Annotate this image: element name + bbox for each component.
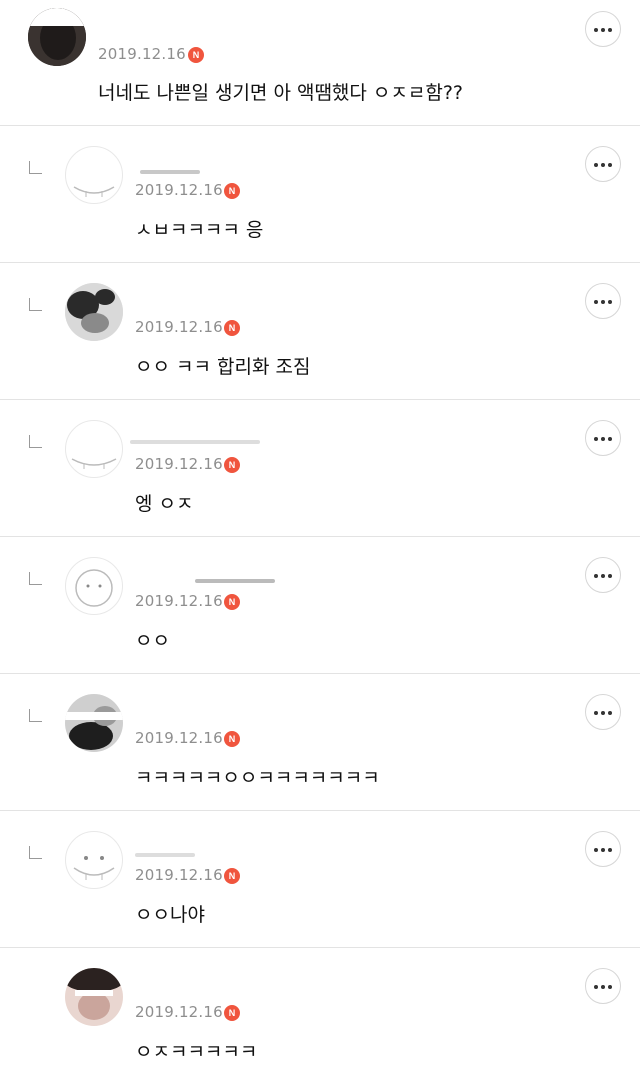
comment-text: 엥 ㅇㅈ xyxy=(135,493,194,515)
comment-date: 2019.12.16 xyxy=(135,729,223,747)
more-options-button[interactable] xyxy=(585,831,621,867)
reply-row: 2019.12.16 N ㅅㅂㅋㅋㅋㅋ 응 xyxy=(0,126,640,263)
new-badge-icon: N xyxy=(224,594,240,610)
author-name-hidden xyxy=(135,853,195,857)
comment-date: 2019.12.16 xyxy=(135,866,223,884)
author-name-hidden xyxy=(130,440,260,444)
author-name-hidden xyxy=(98,14,268,24)
comment-date: 2019.12.16 xyxy=(135,1003,223,1021)
avatar[interactable] xyxy=(65,283,123,341)
avatar-character xyxy=(73,856,115,880)
avatar[interactable] xyxy=(65,146,123,204)
reply-arrow-icon xyxy=(29,976,41,988)
reply-arrow-icon xyxy=(29,572,42,585)
more-options-button[interactable] xyxy=(585,694,621,730)
author-name-hidden xyxy=(195,579,275,583)
comment-text: ㅇㅇ나야 xyxy=(135,904,205,926)
comment-date: 2019.12.16 xyxy=(98,45,186,63)
reply-row: 2019.12.16 N ㅇㅈㅋㅋㅋㅋㅋ xyxy=(0,948,640,1080)
new-badge-icon: N xyxy=(224,868,240,884)
author-name-hidden xyxy=(140,170,200,174)
reply-arrow-icon xyxy=(29,709,42,722)
new-badge-icon: N xyxy=(224,183,240,199)
reply-row: 2019.12.16 N ㅋㅋㅋㅋㅋㅇㅇㅋㅋㅋㅋㅋㅋㅋ xyxy=(0,674,640,811)
comment-text: ㅅㅂㅋㅋㅋㅋ 응 xyxy=(135,219,264,241)
more-dots-icon xyxy=(594,163,598,167)
avatar-photo xyxy=(65,694,123,752)
new-badge-icon: N xyxy=(224,320,240,336)
more-options-button[interactable] xyxy=(585,420,621,456)
more-dots-icon xyxy=(594,711,598,715)
more-dots-icon xyxy=(594,848,598,852)
comment-text: ㅇㅇ xyxy=(135,630,170,652)
reply-arrow-icon xyxy=(29,435,42,448)
comment-date: 2019.12.16 xyxy=(135,592,223,610)
avatar-photo xyxy=(65,968,123,1026)
reply-row: 2019.12.16 N ㅇㅇ xyxy=(0,537,640,674)
more-dots-icon xyxy=(594,28,598,32)
comment-date: 2019.12.16 xyxy=(135,318,223,336)
reply-row: 2019.12.16 N ㅇㅇ ㅋㅋ 합리화 조짐 xyxy=(0,263,640,400)
more-options-button[interactable] xyxy=(585,968,621,1004)
comment-date: 2019.12.16 xyxy=(135,181,223,199)
more-dots-icon xyxy=(594,437,598,441)
comment-text: 너네도 나쁜일 생기면 아 액땜했다 ㅇㅈㄹ함?? xyxy=(98,82,464,104)
comment-date: 2019.12.16 xyxy=(135,455,223,473)
more-options-button[interactable] xyxy=(585,146,621,182)
reply-arrow-icon xyxy=(29,298,42,311)
more-options-button[interactable] xyxy=(585,11,621,47)
reply-arrow-icon xyxy=(29,161,42,174)
reply-arrow-icon xyxy=(29,846,42,859)
avatar-photo xyxy=(65,283,123,341)
avatar-character xyxy=(71,458,117,469)
comment-text: ㅇㅈㅋㅋㅋㅋㅋ xyxy=(135,1041,258,1063)
avatar[interactable] xyxy=(65,694,123,752)
reply-row: 2019.12.16 N ㅇㅇ나야 xyxy=(0,811,640,948)
more-options-button[interactable] xyxy=(585,557,621,593)
more-dots-icon xyxy=(594,574,598,578)
avatar[interactable] xyxy=(28,8,86,66)
avatar-character xyxy=(75,569,113,607)
reply-row: 2019.12.16 N 엥 ㅇㅈ xyxy=(0,400,640,537)
comment-row: 2019.12.16 N 너네도 나쁜일 생기면 아 액땜했다 ㅇㅈㄹ함?? xyxy=(0,0,640,126)
new-badge-icon: N xyxy=(224,1005,240,1021)
more-dots-icon xyxy=(594,300,598,304)
more-dots-icon xyxy=(594,985,598,989)
avatar[interactable] xyxy=(65,831,123,889)
comment-text: ㅋㅋㅋㅋㅋㅇㅇㅋㅋㅋㅋㅋㅋㅋ xyxy=(135,767,380,789)
more-options-button[interactable] xyxy=(585,283,621,319)
avatar[interactable] xyxy=(65,420,123,478)
new-badge-icon: N xyxy=(224,457,240,473)
new-badge-icon: N xyxy=(188,47,204,63)
avatar[interactable] xyxy=(65,968,123,1026)
comment-text: ㅇㅇ ㅋㅋ 합리화 조짐 xyxy=(135,356,311,378)
new-badge-icon: N xyxy=(224,731,240,747)
avatar[interactable] xyxy=(65,557,123,615)
avatar-photo xyxy=(28,8,86,66)
avatar-character xyxy=(73,186,115,197)
